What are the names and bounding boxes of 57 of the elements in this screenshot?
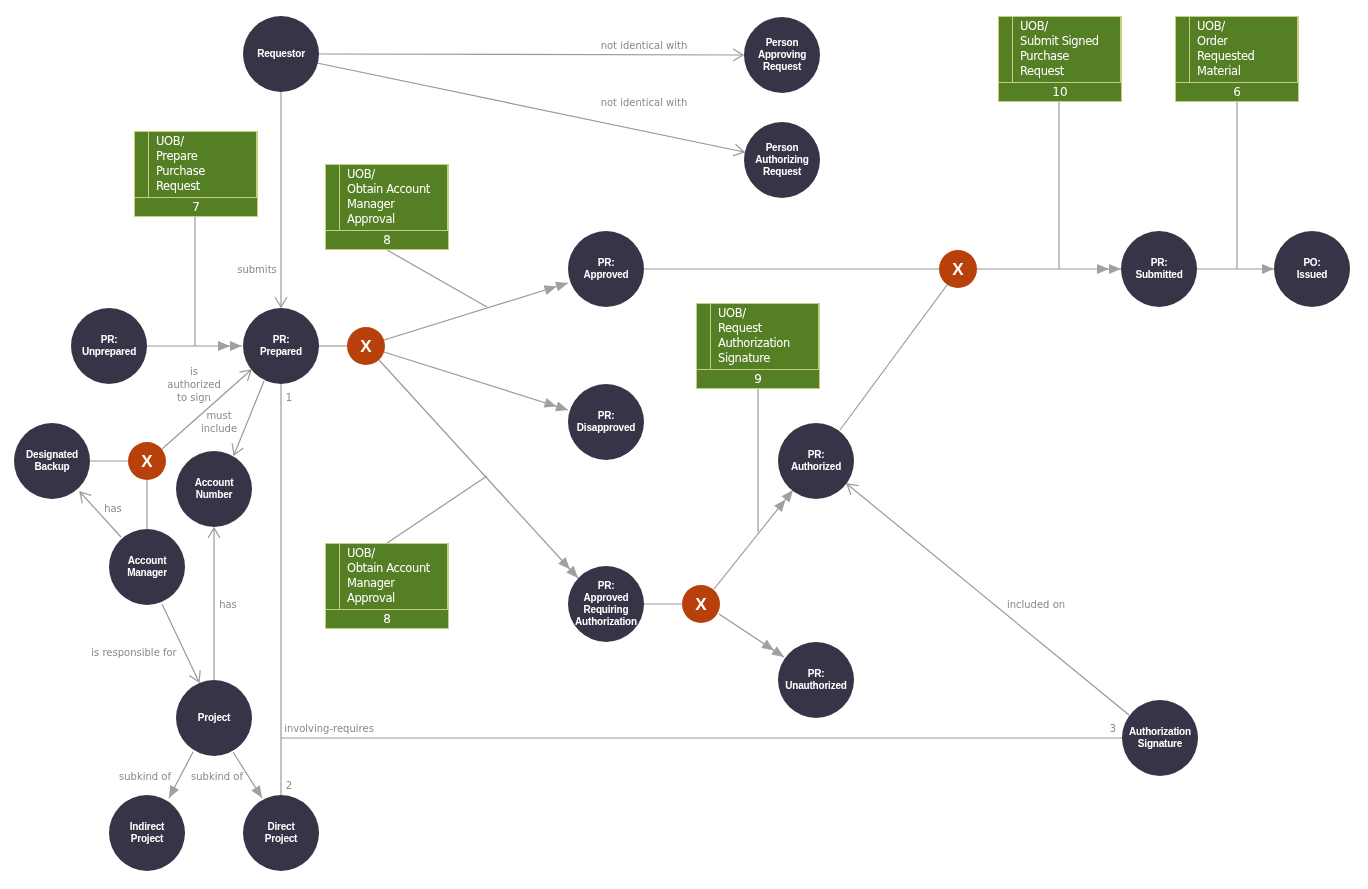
object-node: PR: Disapproved (568, 384, 644, 460)
object-node: PR: Authorized (778, 423, 854, 499)
uob-title: UOB/ Prepare Purchase Request (155, 133, 207, 195)
object-node: PR: Approved Requiring Authorization (568, 566, 644, 642)
connector-label: included on (1006, 597, 1066, 611)
object-node: Indirect Project (109, 795, 185, 871)
object-node: Account Number (176, 451, 252, 527)
connector-line (643, 603, 683, 605)
object-node: PR: Unprepared (71, 308, 147, 384)
object-node: PR: Prepared (243, 308, 319, 384)
connector-label: submits (237, 262, 277, 276)
connector-label: has (104, 501, 122, 515)
cardinality-label: 2 (285, 778, 293, 792)
object-node: PR: Submitted (1121, 231, 1197, 307)
connector-arrow (232, 751, 263, 799)
junction-node: X (939, 250, 977, 288)
uob-title: UOB/ Order Requested Material (1196, 18, 1256, 80)
cardinality-label: 1 (285, 390, 293, 404)
uob-number: 6 (1176, 82, 1298, 101)
connector-line (318, 345, 348, 347)
connector-label: has (219, 597, 237, 611)
connector-label: is responsible for (91, 645, 177, 659)
object-node: Person Authorizing Request (744, 122, 820, 198)
object-node: PO: Issued (1274, 231, 1350, 307)
object-node: Requestor (243, 16, 319, 92)
uob-title: UOB/ Obtain Account Manager Approval (346, 166, 431, 228)
junction-node: X (682, 585, 720, 623)
connector-label: not identical with (600, 38, 688, 52)
junction-node: X (128, 442, 166, 480)
connector-label: not identical with (600, 95, 688, 109)
junction-node: X (347, 327, 385, 365)
object-node: PR: Approved (568, 231, 644, 307)
uob-title: UOB/ Request Authorization Signature (717, 305, 791, 367)
connector-label: is authorized to sign (167, 364, 221, 404)
uob-number: 8 (326, 230, 448, 249)
object-node: PR: Unauthorized (778, 642, 854, 718)
object-node: Authorization Signature (1122, 700, 1198, 776)
connector-label: subkind of (191, 769, 243, 783)
connector-line (146, 479, 148, 530)
uob-number: 10 (999, 82, 1121, 101)
connector-arrow (79, 491, 122, 538)
object-node: Project (176, 680, 252, 756)
connector-label: must include (200, 409, 238, 435)
connector-arrow (718, 613, 785, 658)
object-node: Designated Backup (14, 423, 90, 499)
uob-number: 9 (697, 369, 819, 388)
connector-label: subkind of (119, 769, 171, 783)
object-node: Person Approving Request (744, 17, 820, 93)
uob-number: 7 (135, 197, 257, 216)
connector-line (89, 460, 129, 462)
connector-label: involving-requires (284, 721, 374, 735)
object-node: Account Manager (109, 529, 185, 605)
uob-title: UOB/ Submit Signed Purchase Request (1019, 18, 1100, 80)
object-node: Direct Project (243, 795, 319, 871)
cardinality-label: 3 (1109, 721, 1117, 735)
uob-title: UOB/ Obtain Account Manager Approval (346, 545, 431, 607)
uob-number: 8 (326, 609, 448, 628)
